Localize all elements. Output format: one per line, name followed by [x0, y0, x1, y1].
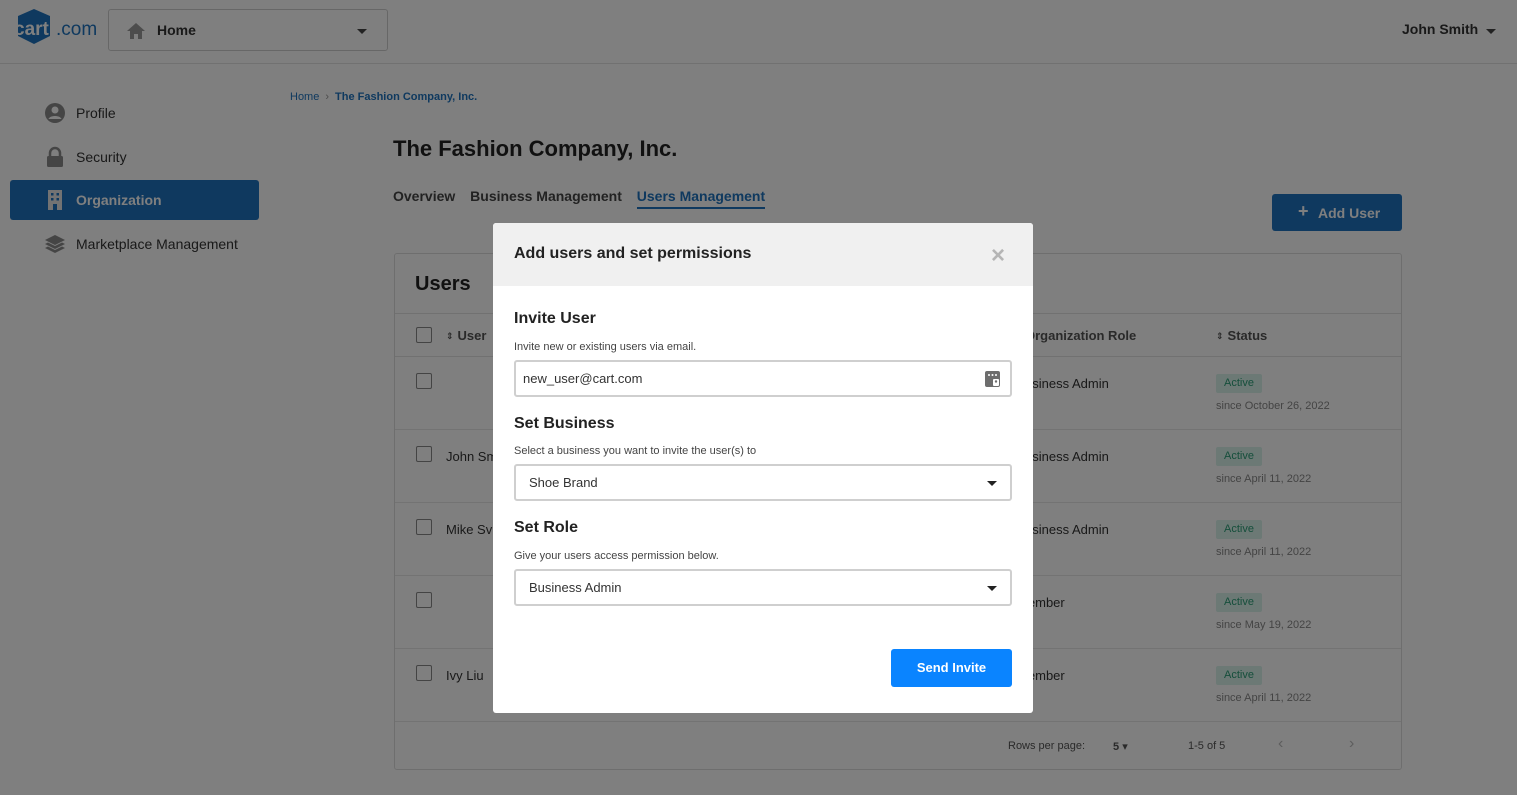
add-users-modal: Add users and set permissions × Invite U… — [493, 223, 1033, 713]
email-field[interactable]: new_user@cart.com — [514, 360, 1012, 397]
send-invite-button[interactable]: Send Invite — [891, 649, 1012, 687]
set-business-heading: Set Business — [514, 415, 615, 432]
set-business-description: Select a business you want to invite the… — [514, 445, 757, 457]
role-select[interactable]: Business Admin — [514, 569, 1012, 606]
modal-header: Add users and set permissions × — [493, 223, 1033, 286]
modal-title: Add users and set permissions — [514, 245, 752, 262]
chevron-down-icon — [987, 586, 997, 591]
set-role-heading: Set Role — [514, 519, 579, 536]
invite-user-description: Invite new or existing users via email. — [514, 341, 697, 353]
business-select[interactable]: Shoe Brand — [514, 464, 1012, 501]
invite-user-heading: Invite User — [514, 310, 596, 327]
business-select-value: Shoe Brand — [529, 475, 598, 490]
chevron-down-icon — [987, 481, 997, 486]
email-field-value: new_user@cart.com — [523, 371, 643, 386]
role-select-value: Business Admin — [529, 580, 622, 595]
set-role-description: Give your users access permission below. — [514, 550, 719, 562]
close-icon[interactable]: × — [991, 244, 1005, 268]
contact-card-icon — [985, 371, 1000, 387]
